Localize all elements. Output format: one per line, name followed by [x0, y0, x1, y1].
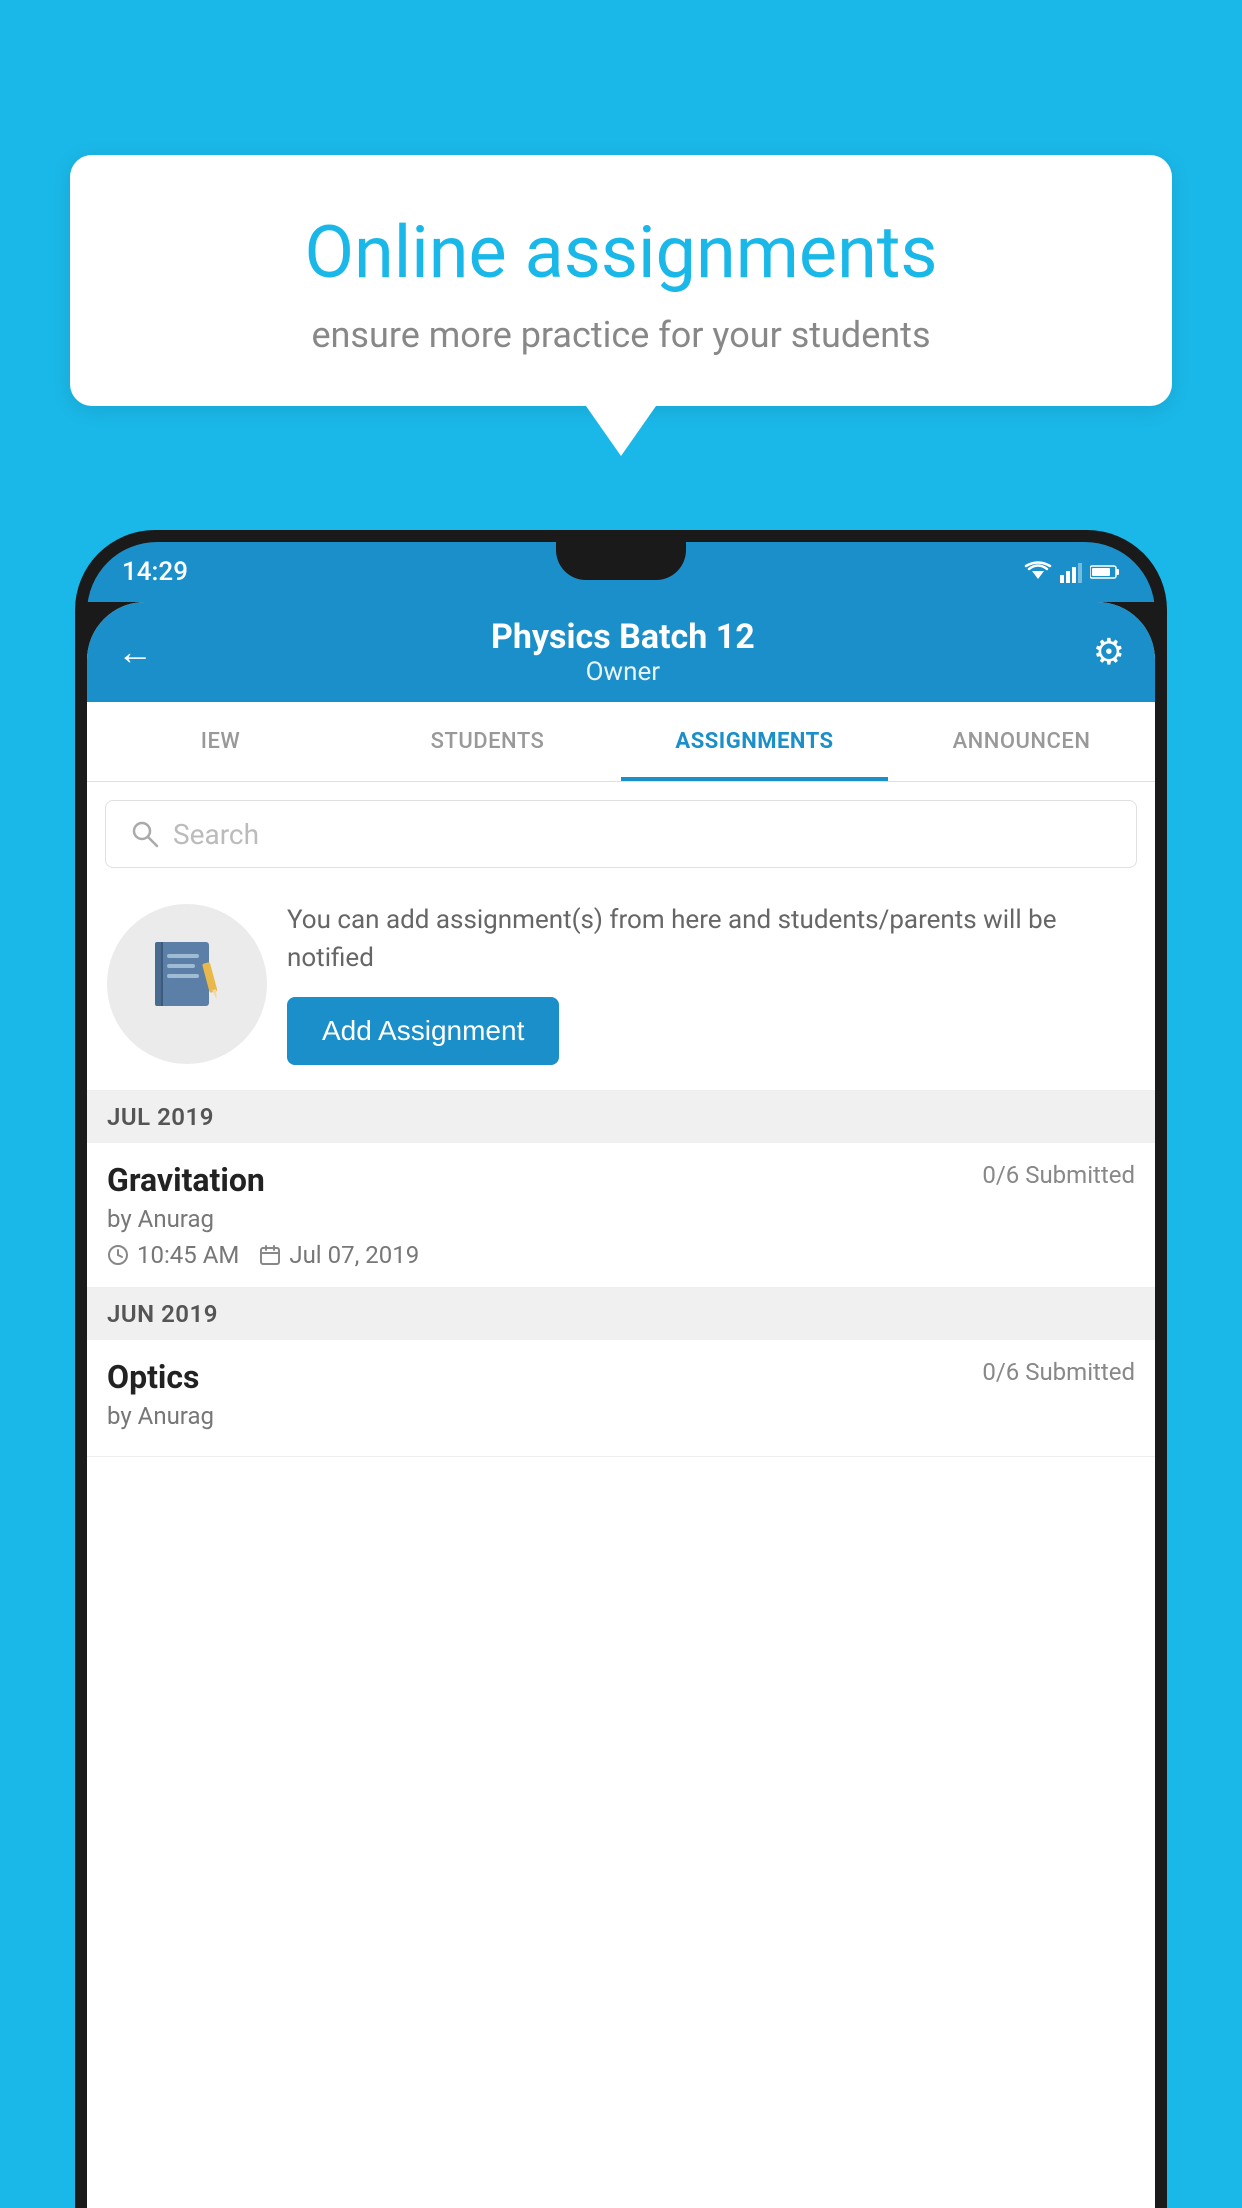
search-placeholder: Search [173, 818, 259, 851]
assignment-row-top-optics: Optics 0/6 Submitted [107, 1358, 1135, 1396]
settings-icon[interactable]: ⚙ [1093, 631, 1125, 673]
assignment-row-top: Gravitation 0/6 Submitted [107, 1161, 1135, 1199]
section-header-jun: JUN 2019 [87, 1288, 1155, 1340]
tab-announcements[interactable]: ANNOUNCEN [888, 702, 1155, 781]
date-value: Jul 07, 2019 [289, 1241, 419, 1269]
calendar-icon [259, 1244, 281, 1266]
status-time: 14:29 [122, 557, 188, 587]
screen-content: Search [87, 782, 1155, 1457]
section-header-jul: JUL 2019 [87, 1091, 1155, 1143]
phone-frame: 14:29 [75, 530, 1167, 2208]
notebook-icon [147, 934, 227, 1014]
speech-bubble-arrow [586, 406, 656, 456]
assignment-meta: 10:45 AM Jul 07, 2019 [107, 1241, 1135, 1269]
speech-bubble-container: Online assignments ensure more practice … [70, 155, 1172, 456]
header-center: Physics Batch 12 Owner [491, 617, 755, 687]
tab-iew[interactable]: IEW [87, 702, 354, 781]
assignment-name: Gravitation [107, 1161, 265, 1199]
signal-icon [1060, 561, 1082, 583]
speech-bubble: Online assignments ensure more practice … [70, 155, 1172, 406]
promo-icon [147, 934, 227, 1033]
screen-inner: ← Physics Batch 12 Owner ⚙ IEW STUDENTS [87, 602, 1155, 2208]
assignment-submitted-optics: 0/6 Submitted [982, 1358, 1135, 1386]
header-title: Physics Batch 12 [491, 617, 755, 657]
promo-icon-circle [107, 904, 267, 1064]
assignment-author: by Anurag [107, 1205, 1135, 1233]
tab-bar: IEW STUDENTS ASSIGNMENTS ANNOUNCEN [87, 702, 1155, 782]
assignment-date: Jul 07, 2019 [259, 1241, 419, 1269]
back-button[interactable]: ← [117, 631, 153, 673]
tab-students[interactable]: STUDENTS [354, 702, 621, 781]
status-icons [1024, 561, 1120, 583]
status-bar: 14:29 [87, 542, 1155, 602]
wifi-icon [1024, 561, 1052, 583]
promo-section: You can add assignment(s) from here and … [87, 882, 1155, 1091]
clock-icon [107, 1244, 129, 1266]
promo-text: You can add assignment(s) from here and … [287, 902, 1135, 977]
assignment-submitted: 0/6 Submitted [982, 1161, 1135, 1189]
assignment-author-optics: by Anurag [107, 1402, 1135, 1430]
notch [556, 542, 686, 580]
battery-icon [1090, 564, 1120, 580]
header-subtitle: Owner [491, 657, 755, 687]
time-value: 10:45 AM [137, 1241, 239, 1269]
assignment-item-optics[interactable]: Optics 0/6 Submitted by Anurag [87, 1340, 1155, 1457]
assignment-time: 10:45 AM [107, 1241, 239, 1269]
phone-inner: 14:29 [87, 542, 1155, 2208]
search-icon [131, 820, 159, 848]
tab-assignments[interactable]: ASSIGNMENTS [621, 702, 888, 781]
phone-screen: ← Physics Batch 12 Owner ⚙ IEW STUDENTS [87, 602, 1155, 2208]
app-header: ← Physics Batch 12 Owner ⚙ [87, 602, 1155, 702]
assignment-item-gravitation[interactable]: Gravitation 0/6 Submitted by Anurag [87, 1143, 1155, 1288]
search-bar[interactable]: Search [105, 800, 1137, 868]
assignment-name-optics: Optics [107, 1358, 199, 1396]
promo-right: You can add assignment(s) from here and … [287, 902, 1135, 1065]
speech-bubble-subtitle: ensure more practice for your students [130, 314, 1112, 356]
add-assignment-button[interactable]: Add Assignment [287, 997, 559, 1065]
speech-bubble-title: Online assignments [130, 210, 1112, 296]
